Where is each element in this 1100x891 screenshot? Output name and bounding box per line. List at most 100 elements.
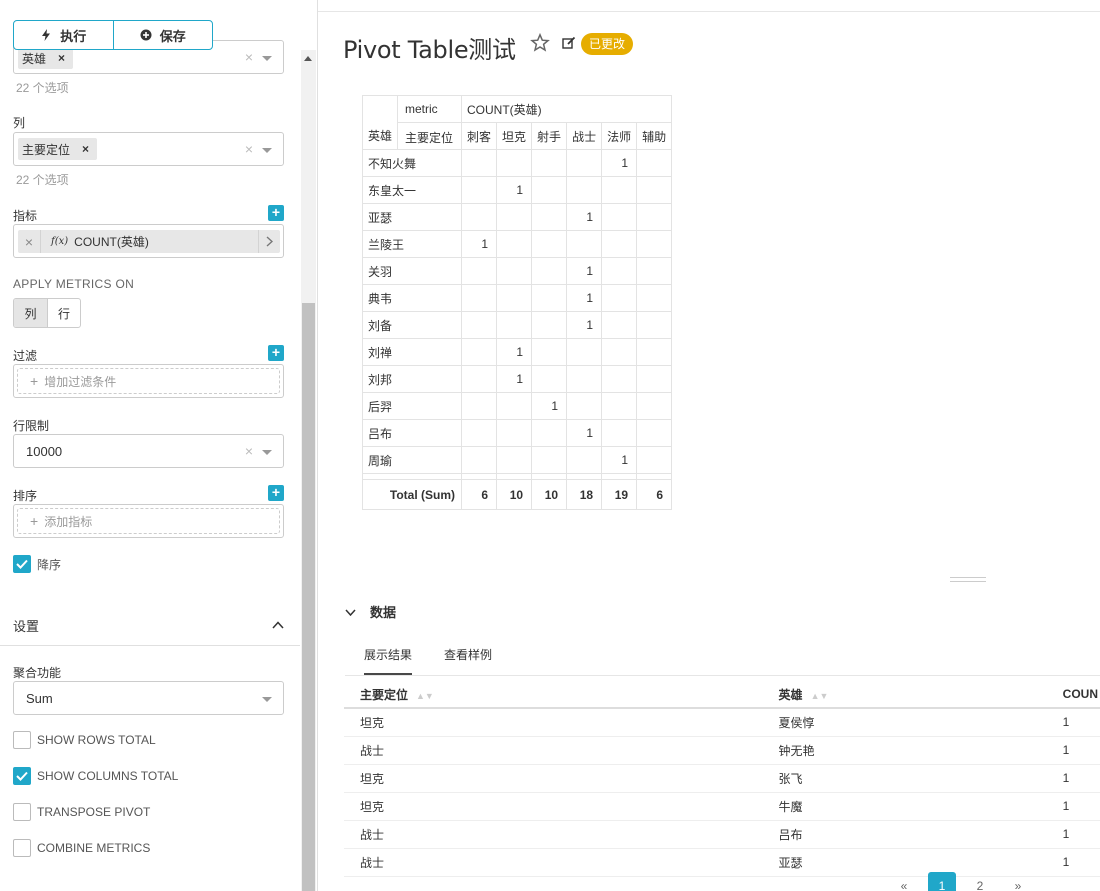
pivot-total-cell: 19 — [601, 479, 638, 510]
resize-handle[interactable] — [950, 577, 986, 582]
pivot-cell — [601, 365, 638, 393]
pivot-cell: 1 — [566, 203, 603, 231]
clear-icon[interactable]: × — [245, 49, 253, 65]
table-row[interactable]: 战士 吕布 1 — [344, 820, 1100, 849]
chevron-down-icon[interactable] — [262, 450, 272, 455]
pivot-header-row: metric COUNT(英雄) — [361, 95, 673, 123]
checkbox-icon[interactable] — [13, 731, 31, 749]
sort-icon[interactable]: ▲▼ — [811, 691, 829, 701]
tab-samples[interactable]: 查看样例 — [444, 646, 492, 675]
tab-results[interactable]: 展示结果 — [364, 646, 413, 675]
pivot-cell — [636, 392, 673, 420]
table-row[interactable]: 坦克 夏侯惇 1 — [344, 708, 1100, 737]
pivot-metric-value: COUNT(英雄) — [461, 95, 673, 123]
settings-label: 设置 — [13, 619, 40, 634]
data-section-header[interactable]: 数据 — [345, 602, 396, 621]
pivot-cell — [461, 203, 498, 231]
pivot-cell — [601, 203, 638, 231]
sort-dropzone[interactable]: + 添加指标 — [13, 504, 284, 538]
pivot-cell — [461, 149, 498, 177]
add-filter-icon[interactable]: + — [268, 345, 284, 361]
data-tabs: 展示结果 查看样例 — [364, 646, 492, 675]
remove-chip-icon[interactable]: × — [82, 142, 89, 156]
pivot-cell — [531, 311, 568, 339]
control-panel-scroll: 英雄 × × 22 个选项 列 主要定位 × × 22 个选项 指标 + × f… — [0, 0, 300, 891]
add-metric-icon[interactable]: + — [268, 205, 284, 221]
show-rows-total-checkbox[interactable]: SHOW ROWS TOTAL — [13, 731, 156, 749]
pivot-row-label: 刘邦 — [361, 365, 463, 393]
rows-chip: 英雄 × — [18, 47, 74, 69]
aggregation-value: Sum — [26, 691, 53, 706]
columns-label: 列 — [13, 116, 26, 130]
pivot-cell — [461, 338, 498, 366]
sort-icon[interactable]: ▲▼ — [416, 691, 434, 701]
column-header[interactable]: 英雄 ▲▼ — [762, 681, 1047, 709]
chevron-down-icon[interactable] — [262, 148, 272, 153]
table-cell: 1 — [1046, 736, 1100, 765]
transpose-pivot-checkbox[interactable]: TRANSPOSE PIVOT — [13, 803, 150, 821]
scrollbar-thumb[interactable] — [302, 303, 315, 891]
pivot-cell: 1 — [601, 446, 638, 474]
aggregation-select[interactable]: Sum — [13, 681, 284, 715]
chevron-down-icon[interactable] — [345, 604, 356, 619]
combine-metrics-checkbox[interactable]: COMBINE METRICS — [13, 839, 150, 857]
table-row[interactable]: 坦克 牛魔 1 — [344, 792, 1100, 821]
chevron-right-icon[interactable] — [258, 230, 280, 253]
pivot-cell — [601, 392, 638, 420]
chevron-up-icon[interactable] — [272, 617, 284, 632]
page-button[interactable]: 2 — [966, 872, 994, 891]
pivot-cell — [636, 176, 673, 204]
clear-icon[interactable]: × — [245, 443, 253, 459]
checkbox-icon[interactable] — [13, 803, 31, 821]
pivot-cell: 1 — [566, 419, 603, 447]
edit-icon[interactable] — [562, 36, 576, 53]
chevron-down-icon[interactable] — [262, 56, 272, 61]
pivot-row-label: 后羿 — [361, 392, 463, 420]
metric-chip[interactable]: × f(x) COUNT(英雄) — [18, 230, 280, 253]
table-cell: 1 — [1046, 764, 1100, 793]
table-row[interactable]: 坦克 张飞 1 — [344, 764, 1100, 793]
pivot-cell: 1 — [566, 257, 603, 285]
pivot-row: 后羿 1 — [361, 392, 673, 420]
scroll-up-icon[interactable] — [304, 56, 312, 61]
apply-columns-option[interactable]: 列 — [14, 299, 47, 327]
descending-checkbox[interactable]: 降序 — [13, 555, 61, 573]
show-columns-total-checkbox[interactable]: SHOW COLUMNS TOTAL — [13, 767, 178, 785]
clear-icon[interactable]: × — [245, 141, 253, 157]
column-header[interactable]: COUN — [1046, 681, 1100, 709]
run-button[interactable]: 执行 — [14, 21, 113, 49]
pivot-cell — [566, 365, 603, 393]
filter-dropzone[interactable]: + 增加过滤条件 — [13, 364, 284, 398]
column-header[interactable]: 主要定位 ▲▼ — [344, 681, 763, 709]
pivot-cell — [461, 311, 498, 339]
combine-metrics-label: COMBINE METRICS — [37, 841, 151, 855]
star-icon[interactable] — [530, 32, 550, 56]
prev-page-button[interactable]: « — [890, 872, 918, 891]
columns-select[interactable]: 主要定位 × × — [13, 132, 284, 166]
table-cell: 1 — [1046, 848, 1100, 877]
apply-rows-option[interactable]: 行 — [47, 299, 80, 327]
save-button[interactable]: 保存 — [112, 21, 213, 49]
checkbox-icon[interactable] — [13, 839, 31, 857]
checkbox-checked-icon[interactable] — [13, 555, 31, 573]
panel-scrollbar[interactable] — [301, 50, 316, 891]
pivot-cell — [496, 446, 533, 474]
pivot-column-header: 法师 — [601, 122, 638, 150]
add-sort-icon[interactable]: + — [268, 485, 284, 501]
settings-section-header[interactable]: 设置 — [0, 600, 300, 646]
next-page-button[interactable]: » — [1004, 872, 1032, 891]
metrics-select[interactable]: × f(x) COUNT(英雄) — [13, 224, 284, 258]
pivot-row-label: 不知火舞 — [361, 149, 463, 177]
page-title[interactable]: Pivot Table测试 — [343, 30, 516, 65]
transpose-pivot-label: TRANSPOSE PIVOT — [37, 805, 151, 819]
remove-chip-icon[interactable]: × — [58, 51, 65, 65]
column-header-label: 主要定位 — [360, 687, 409, 702]
chevron-down-icon[interactable] — [262, 697, 272, 702]
remove-metric-icon[interactable]: × — [18, 234, 40, 250]
table-row[interactable]: 战士 钟无艳 1 — [344, 736, 1100, 765]
page-button-current[interactable]: 1 — [928, 872, 956, 891]
pivot-row-label: 兰陵王 — [361, 230, 463, 258]
checkbox-checked-icon[interactable] — [13, 767, 31, 785]
row-limit-select[interactable]: 10000 × — [13, 434, 284, 468]
pivot-row: 刘邦 1 — [361, 365, 673, 393]
